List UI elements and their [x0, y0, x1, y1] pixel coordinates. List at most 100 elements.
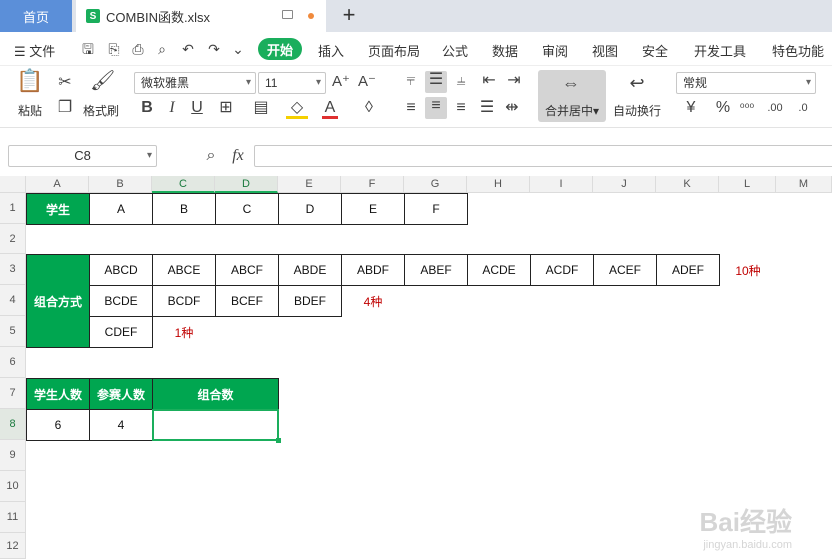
column-header-H[interactable]: H [467, 176, 530, 193]
column-header-K[interactable]: K [656, 176, 719, 193]
row-header-6[interactable]: 6 [0, 347, 26, 378]
indent-increase-icon[interactable]: ⇥ [505, 72, 523, 90]
print-preview-icon[interactable]: ⌕ [154, 41, 170, 57]
cell-combo[interactable]: BCEF [215, 285, 279, 317]
cell-combo[interactable]: BCDE [89, 285, 153, 317]
note-row4-count[interactable]: 4种 [341, 285, 405, 317]
cell-student-B[interactable]: B [152, 193, 216, 225]
print-icon[interactable]: ⎙ [130, 41, 146, 57]
distribute-icon[interactable]: ⇹ [503, 99, 521, 117]
column-header-G[interactable]: G [404, 176, 467, 193]
cell-style-icon[interactable]: ▤ [250, 99, 272, 117]
row-header-11[interactable]: 11 [0, 502, 26, 533]
italic-icon[interactable]: I [163, 99, 181, 117]
cell-student-A[interactable]: A [89, 193, 153, 225]
menu-formulas[interactable]: 公式 [442, 41, 468, 60]
cell-combo[interactable]: ABCE [152, 254, 216, 286]
cell-combinations-active[interactable] [152, 409, 279, 441]
fill-color-icon[interactable]: ◇ [286, 99, 308, 119]
number-format-select[interactable]: 常规 [676, 72, 816, 94]
align-top-icon[interactable]: ⫧ [402, 72, 420, 90]
column-header-E[interactable]: E [278, 176, 341, 193]
tab-home[interactable]: 首页 [0, 0, 72, 32]
font-shrink-icon[interactable]: A⁻ [358, 73, 376, 91]
note-row3-count[interactable]: 10种 [719, 254, 777, 286]
cell-student-F[interactable]: F [404, 193, 468, 225]
cell-combo[interactable]: ABCF [215, 254, 279, 286]
save-icon[interactable]: 🖫 [80, 41, 96, 57]
wrap-text-button[interactable]: 自动换行 [610, 102, 664, 119]
cell-participants-header[interactable]: 参赛人数 [89, 378, 153, 410]
cell-combo[interactable]: BCDF [152, 285, 216, 317]
align-bottom-icon[interactable]: ⫨ [452, 72, 470, 90]
row-header-4[interactable]: 4 [0, 285, 26, 316]
menu-insert[interactable]: 插入 [318, 41, 344, 60]
row-header-12[interactable]: 12 [0, 533, 26, 559]
paste-button[interactable]: 粘贴 [10, 102, 50, 119]
column-header-A[interactable]: A [26, 176, 89, 193]
clear-icon[interactable]: ◊ [358, 99, 380, 117]
select-all-corner[interactable] [0, 176, 26, 193]
format-painter-button[interactable]: 格式刷 [80, 102, 122, 119]
font-name-select[interactable]: 微软雅黑 [134, 72, 256, 94]
currency-icon[interactable]: ¥ [680, 99, 702, 117]
column-header-F[interactable]: F [341, 176, 404, 193]
menu-security[interactable]: 安全 [642, 41, 668, 60]
monitor-icon[interactable] [282, 10, 293, 19]
customize-icon[interactable]: ⌄ [230, 41, 246, 57]
percent-icon[interactable]: % [714, 99, 732, 117]
row-header-10[interactable]: 10 [0, 471, 26, 502]
cell-combo[interactable]: ACDE [467, 254, 531, 286]
cell-combo[interactable]: CDEF [89, 316, 153, 348]
borders-icon[interactable]: ⊞ [215, 99, 237, 117]
column-header-D[interactable]: D [215, 176, 278, 193]
row-header-3[interactable]: 3 [0, 254, 26, 285]
format-painter-icon[interactable]: 🖌 [90, 71, 115, 91]
cell-combo[interactable]: ABDF [341, 254, 405, 286]
indent-decrease-icon[interactable]: ⇤ [480, 72, 498, 90]
row-header-1[interactable]: 1 [0, 193, 26, 224]
cell-student-C[interactable]: C [215, 193, 279, 225]
column-header-C[interactable]: C [152, 176, 215, 193]
cell-combo[interactable]: ABCD [89, 254, 153, 286]
cell-combo[interactable]: ACDF [530, 254, 594, 286]
increase-decimal-icon[interactable]: .00 [764, 99, 786, 117]
align-right-icon[interactable]: ≡ [452, 99, 470, 117]
menu-start[interactable]: 开始 [258, 38, 302, 60]
cell-combo[interactable]: ACEF [593, 254, 657, 286]
column-header-M[interactable]: M [776, 176, 832, 193]
note-row5-count[interactable]: 1种 [152, 316, 216, 348]
menu-page-layout[interactable]: 页面布局 [368, 41, 420, 60]
column-header-J[interactable]: J [593, 176, 656, 193]
menu-view[interactable]: 视图 [592, 41, 618, 60]
formula-input[interactable] [254, 145, 832, 167]
cell-students-count[interactable]: 6 [26, 409, 90, 441]
cell-student-E[interactable]: E [341, 193, 405, 225]
cell-combinations-label[interactable]: 组合方式 [26, 254, 90, 348]
align-left-icon[interactable]: ≡ [402, 99, 420, 117]
redo-icon[interactable]: ↷ [206, 41, 222, 57]
font-grow-icon[interactable]: A⁺ [332, 73, 350, 91]
decrease-decimal-icon[interactable]: .0 [792, 99, 814, 117]
menu-data[interactable]: 数据 [492, 41, 518, 60]
zoom-icon[interactable]: ⌕ [202, 147, 220, 165]
underline-icon[interactable]: U [188, 99, 206, 117]
column-header-B[interactable]: B [89, 176, 152, 193]
cell-students-header[interactable]: 学生 [26, 193, 90, 225]
cell-students-count-header[interactable]: 学生人数 [26, 378, 90, 410]
align-middle-icon[interactable]: ☰ [425, 71, 447, 93]
cell-combo[interactable]: BDEF [278, 285, 342, 317]
undo-icon[interactable]: ↶ [180, 41, 196, 57]
cell-student-D[interactable]: D [278, 193, 342, 225]
row-header-7[interactable]: 7 [0, 378, 26, 409]
column-header-I[interactable]: I [530, 176, 593, 193]
font-size-select[interactable]: 11 [258, 72, 326, 94]
new-tab-icon[interactable]: + [338, 4, 360, 26]
export-icon[interactable]: ⎘ [106, 41, 122, 57]
cell-combinations-header[interactable]: 组合数 [152, 378, 279, 410]
cut-icon[interactable]: ✂ [56, 74, 74, 92]
cell-combo[interactable]: ABDE [278, 254, 342, 286]
copy-icon[interactable]: ❐ [56, 99, 74, 117]
menu-file[interactable]: ☰ 文件 [14, 41, 55, 60]
cell-combo[interactable]: ABEF [404, 254, 468, 286]
